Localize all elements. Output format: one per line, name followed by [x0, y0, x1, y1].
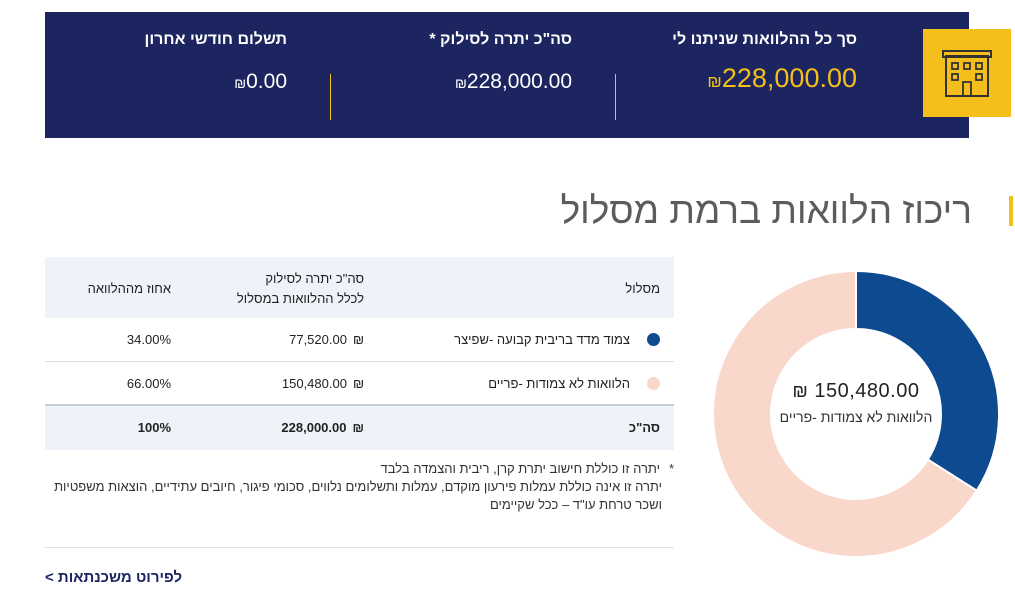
total-percent: 100%: [137, 420, 171, 435]
row-percent: 66.00%: [126, 376, 171, 391]
footnote-line: יתרה זו אינה כוללת עמלות פירעון מוקדם, ע…: [54, 479, 662, 494]
footnote: * יתרה זו כוללת חישוב יתרת קרן, ריבית והצ…: [45, 460, 674, 514]
balance-summary: סה"כ יתרה לסילוק * ₪228,000.00: [312, 30, 572, 97]
last-payment-value: ₪0.00: [234, 70, 287, 93]
currency-symbol: ₪: [792, 381, 809, 401]
currency-symbol: ₪: [352, 420, 365, 435]
donut-center-label: הלוואות לא צמודות -פריים: [779, 409, 933, 425]
building-icon: [942, 50, 992, 97]
tracks-table: מסלול סה"כ יתרה לסילוק לכלל ההלוואות במס…: [45, 257, 674, 450]
header-balance: סה"כ יתרה לסילוק לכלל ההלוואות במסלול: [236, 271, 364, 306]
total-loans-label: סך כל ההלוואות שניתנו לי: [672, 31, 857, 48]
footnote-line: ושכר טרחת עו"ד – ככל שקיימים: [489, 497, 662, 512]
currency-symbol: ₪: [455, 75, 467, 91]
currency-symbol: ₪: [352, 376, 364, 391]
header-percent: אחוז מההלוואה: [87, 281, 171, 296]
row-track: צמוד מדד בריבית קבועה -שפיצר: [454, 332, 630, 347]
balance-label: סה"כ יתרה לסילוק *: [429, 31, 572, 48]
row-track: הלוואות לא צמודות -פריים: [488, 376, 630, 391]
section-title: ריכוז הלוואות ברמת מסלול: [560, 190, 972, 231]
footnote-line: * יתרה זו כוללת חישוב יתרת קרן, ריבית והצ…: [380, 461, 675, 476]
total-loans-summary: סך כל ההלוואות שניתנו לי ₪228,000.00: [587, 30, 857, 96]
table-total-row: סה"כ ₪228,000.00 100%: [45, 406, 674, 450]
currency-symbol: ₪: [707, 72, 722, 91]
table-row: הלוואות לא צמודות -פריים ₪150,480.00 66.…: [45, 362, 674, 406]
row-balance: ₪150,480.00: [281, 376, 364, 391]
header-track: מסלול: [625, 281, 660, 296]
donut-center: ₪ 150,480.00 הלוואות לא צמודות -פריים: [740, 380, 972, 425]
donut-center-value: ₪ 150,480.00: [792, 380, 920, 402]
total-balance: ₪228,000.00: [281, 420, 364, 435]
balance-value: ₪228,000.00: [455, 70, 572, 93]
divider: [45, 547, 674, 548]
table-row: צמוד מדד בריבית קבועה -שפיצר ₪77,520.00 …: [45, 318, 674, 362]
table-header: מסלול סה"כ יתרה לסילוק לכלל ההלוואות במס…: [45, 257, 674, 318]
total-label: סה"כ: [628, 420, 660, 435]
last-payment-summary: תשלום חודשי אחרון ₪0.00: [57, 30, 287, 97]
title-accent: [1009, 196, 1013, 226]
mortgage-details-link[interactable]: לפירוט משכנתאות >: [45, 569, 182, 586]
divider: [330, 74, 331, 120]
total-loans-value: ₪228,000.00: [707, 63, 857, 93]
last-payment-label: תשלום חודשי אחרון: [144, 31, 287, 48]
divider: [615, 74, 616, 120]
row-balance: ₪77,520.00: [289, 332, 364, 347]
currency-symbol: ₪: [234, 75, 247, 91]
series-color-dot: [647, 333, 660, 346]
currency-symbol: ₪: [352, 332, 364, 347]
summary-icon-box: [923, 29, 1011, 117]
row-percent: 34.00%: [126, 332, 171, 347]
series-color-dot: [647, 377, 660, 390]
